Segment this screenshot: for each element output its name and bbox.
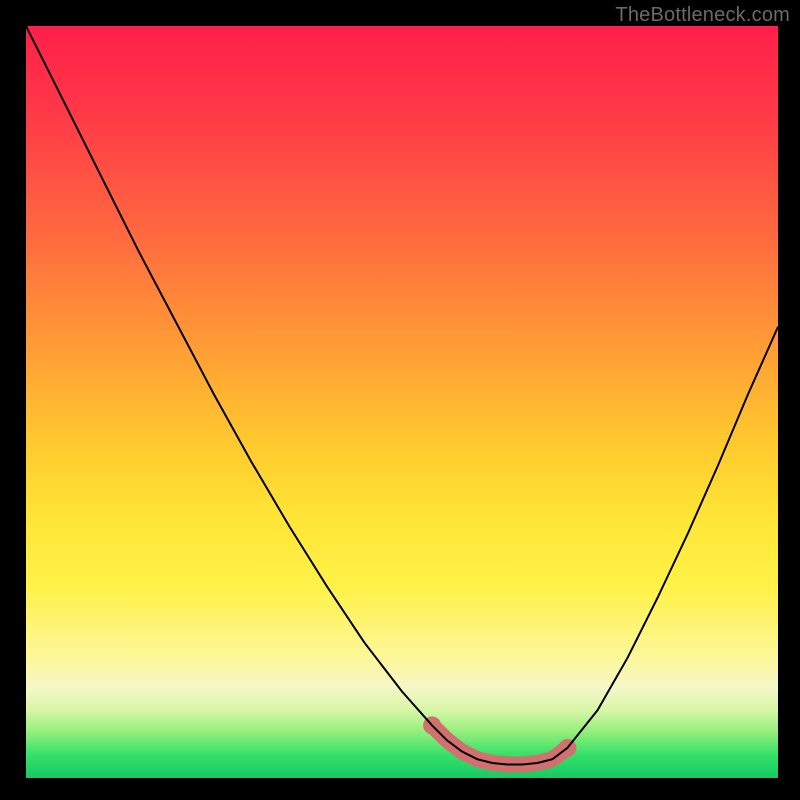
curve-layer [26,26,778,778]
bottleneck-curve [26,26,778,765]
watermark-text: TheBottleneck.com [615,4,790,27]
plot-area [26,26,778,778]
chart-stage: TheBottleneck.com [0,0,800,800]
